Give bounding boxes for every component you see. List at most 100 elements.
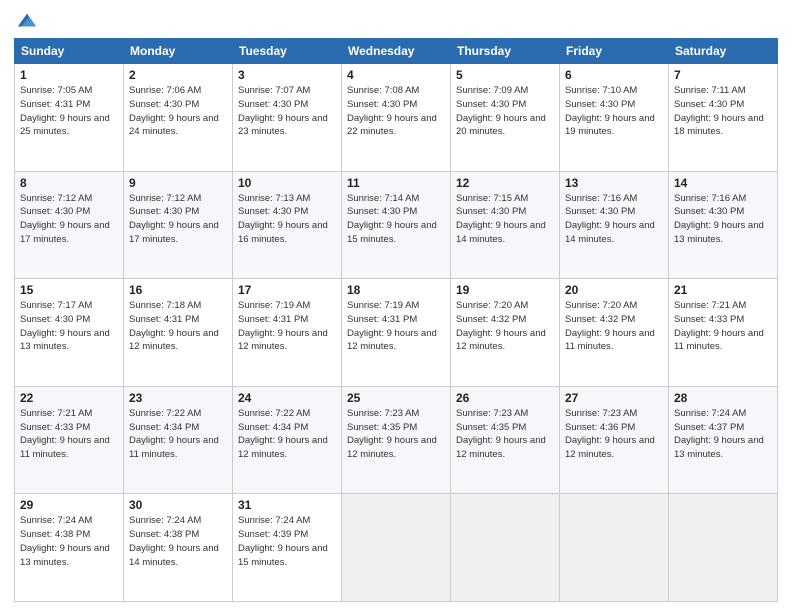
day-cell-23: 23 Sunrise: 7:22 AMSunset: 4:34 PMDayligh… [124,386,233,494]
day-info: Sunrise: 7:14 AMSunset: 4:30 PMDaylight:… [347,192,445,247]
day-number: 29 [20,498,118,512]
empty-cell [669,494,778,602]
day-info: Sunrise: 7:12 AMSunset: 4:30 PMDaylight:… [20,192,118,247]
day-number: 28 [674,391,772,405]
day-cell-5: 5 Sunrise: 7:09 AMSunset: 4:30 PMDaylight… [451,64,560,172]
day-number: 24 [238,391,336,405]
day-number: 12 [456,176,554,190]
header [14,10,778,32]
day-number: 15 [20,283,118,297]
day-number: 1 [20,68,118,82]
day-cell-30: 30Sunrise: 7:24 AMSunset: 4:38 PMDayligh… [124,494,233,602]
week-row-2: 8Sunrise: 7:12 AMSunset: 4:30 PMDaylight… [15,171,778,279]
day-info: Sunrise: 7:12 AMSunset: 4:30 PMDaylight:… [129,192,227,247]
week-row-5: 29 Sunrise: 7:24 AMSunset: 4:38 PMDayligh… [15,494,778,602]
day-cell-13: 13 Sunrise: 7:16 AMSunset: 4:30 PMDayligh… [560,171,669,279]
day-cell-26: 26 Sunrise: 7:23 AMSunset: 4:35 PMDayligh… [451,386,560,494]
day-number: 13 [565,176,663,190]
day-number: 31 [238,498,336,512]
day-number: 16 [129,283,227,297]
empty-cell [451,494,560,602]
day-info: Sunrise: 7:10 AMSunset: 4:30 PMDaylight:… [565,84,663,139]
day-info: Sunrise: 7:20 AMSunset: 4:32 PMDaylight:… [565,299,663,354]
col-monday: Monday [124,39,233,64]
day-info: Sunrise: 7:15 AMSunset: 4:30 PMDaylight:… [456,192,554,247]
day-cell-15: 15 Sunrise: 7:17 AMSunset: 4:30 PMDayligh… [15,279,124,387]
day-number: 19 [456,283,554,297]
col-thursday: Thursday [451,39,560,64]
day-info: Sunrise: 7:24 AMSunset: 4:38 PMDaylight:… [20,514,118,569]
logo [14,10,38,32]
day-cell-9: 9 Sunrise: 7:12 AMSunset: 4:30 PMDaylight… [124,171,233,279]
day-info: Sunrise: 7:20 AMSunset: 4:32 PMDaylight:… [456,299,554,354]
day-number: 20 [565,283,663,297]
day-cell-14: 14Sunrise: 7:16 AMSunset: 4:30 PMDayligh… [669,171,778,279]
day-number: 6 [565,68,663,82]
day-info: Sunrise: 7:19 AMSunset: 4:31 PMDaylight:… [238,299,336,354]
day-info: Sunrise: 7:16 AMSunset: 4:30 PMDaylight:… [565,192,663,247]
day-info: Sunrise: 7:06 AMSunset: 4:30 PMDaylight:… [129,84,227,139]
col-wednesday: Wednesday [342,39,451,64]
day-number: 26 [456,391,554,405]
logo-icon [16,10,38,32]
day-cell-3: 3 Sunrise: 7:07 AMSunset: 4:30 PMDaylight… [233,64,342,172]
day-info: Sunrise: 7:22 AMSunset: 4:34 PMDaylight:… [129,407,227,462]
col-tuesday: Tuesday [233,39,342,64]
day-number: 7 [674,68,772,82]
empty-cell [560,494,669,602]
day-cell-27: 27 Sunrise: 7:23 AMSunset: 4:36 PMDayligh… [560,386,669,494]
day-number: 23 [129,391,227,405]
day-cell-8: 8Sunrise: 7:12 AMSunset: 4:30 PMDaylight… [15,171,124,279]
day-number: 18 [347,283,445,297]
day-cell-24: 24 Sunrise: 7:22 AMSunset: 4:34 PMDayligh… [233,386,342,494]
day-cell-21: 21 Sunrise: 7:21 AMSunset: 4:33 PMDayligh… [669,279,778,387]
day-info: Sunrise: 7:23 AMSunset: 4:36 PMDaylight:… [565,407,663,462]
week-row-4: 22Sunrise: 7:21 AMSunset: 4:33 PMDayligh… [15,386,778,494]
day-info: Sunrise: 7:24 AMSunset: 4:39 PMDaylight:… [238,514,336,569]
day-info: Sunrise: 7:09 AMSunset: 4:30 PMDaylight:… [456,84,554,139]
day-info: Sunrise: 7:21 AMSunset: 4:33 PMDaylight:… [20,407,118,462]
day-cell-19: 19 Sunrise: 7:20 AMSunset: 4:32 PMDayligh… [451,279,560,387]
day-number: 2 [129,68,227,82]
week-row-3: 15 Sunrise: 7:17 AMSunset: 4:30 PMDayligh… [15,279,778,387]
day-cell-31: 31 Sunrise: 7:24 AMSunset: 4:39 PMDayligh… [233,494,342,602]
day-number: 9 [129,176,227,190]
day-cell-22: 22Sunrise: 7:21 AMSunset: 4:33 PMDayligh… [15,386,124,494]
day-cell-10: 10Sunrise: 7:13 AMSunset: 4:30 PMDayligh… [233,171,342,279]
day-cell-7: 7 Sunrise: 7:11 AMSunset: 4:30 PMDaylight… [669,64,778,172]
day-info: Sunrise: 7:05 AMSunset: 4:31 PMDaylight:… [20,84,118,139]
week-row-1: 1 Sunrise: 7:05 AMSunset: 4:31 PMDaylight… [15,64,778,172]
day-number: 3 [238,68,336,82]
day-info: Sunrise: 7:19 AMSunset: 4:31 PMDaylight:… [347,299,445,354]
day-cell-25: 25Sunrise: 7:23 AMSunset: 4:35 PMDayligh… [342,386,451,494]
day-info: Sunrise: 7:23 AMSunset: 4:35 PMDaylight:… [347,407,445,462]
day-cell-4: 4 Sunrise: 7:08 AMSunset: 4:30 PMDaylight… [342,64,451,172]
col-sunday: Sunday [15,39,124,64]
col-friday: Friday [560,39,669,64]
day-info: Sunrise: 7:24 AMSunset: 4:37 PMDaylight:… [674,407,772,462]
day-cell-2: 2 Sunrise: 7:06 AMSunset: 4:30 PMDaylight… [124,64,233,172]
calendar-table: Sunday Monday Tuesday Wednesday Thursday… [14,38,778,602]
day-cell-17: 17Sunrise: 7:19 AMSunset: 4:31 PMDayligh… [233,279,342,387]
day-cell-11: 11Sunrise: 7:14 AMSunset: 4:30 PMDayligh… [342,171,451,279]
header-row: Sunday Monday Tuesday Wednesday Thursday… [15,39,778,64]
day-info: Sunrise: 7:23 AMSunset: 4:35 PMDaylight:… [456,407,554,462]
day-number: 5 [456,68,554,82]
day-info: Sunrise: 7:18 AMSunset: 4:31 PMDaylight:… [129,299,227,354]
day-cell-29: 29 Sunrise: 7:24 AMSunset: 4:38 PMDayligh… [15,494,124,602]
day-number: 21 [674,283,772,297]
day-number: 10 [238,176,336,190]
day-cell-18: 18 Sunrise: 7:19 AMSunset: 4:31 PMDayligh… [342,279,451,387]
day-info: Sunrise: 7:11 AMSunset: 4:30 PMDaylight:… [674,84,772,139]
day-cell-1: 1 Sunrise: 7:05 AMSunset: 4:31 PMDaylight… [15,64,124,172]
day-info: Sunrise: 7:22 AMSunset: 4:34 PMDaylight:… [238,407,336,462]
day-info: Sunrise: 7:08 AMSunset: 4:30 PMDaylight:… [347,84,445,139]
day-number: 4 [347,68,445,82]
day-number: 27 [565,391,663,405]
day-cell-16: 16 Sunrise: 7:18 AMSunset: 4:31 PMDayligh… [124,279,233,387]
day-cell-6: 6 Sunrise: 7:10 AMSunset: 4:30 PMDaylight… [560,64,669,172]
day-info: Sunrise: 7:21 AMSunset: 4:33 PMDaylight:… [674,299,772,354]
day-info: Sunrise: 7:07 AMSunset: 4:30 PMDaylight:… [238,84,336,139]
day-info: Sunrise: 7:17 AMSunset: 4:30 PMDaylight:… [20,299,118,354]
empty-cell [342,494,451,602]
